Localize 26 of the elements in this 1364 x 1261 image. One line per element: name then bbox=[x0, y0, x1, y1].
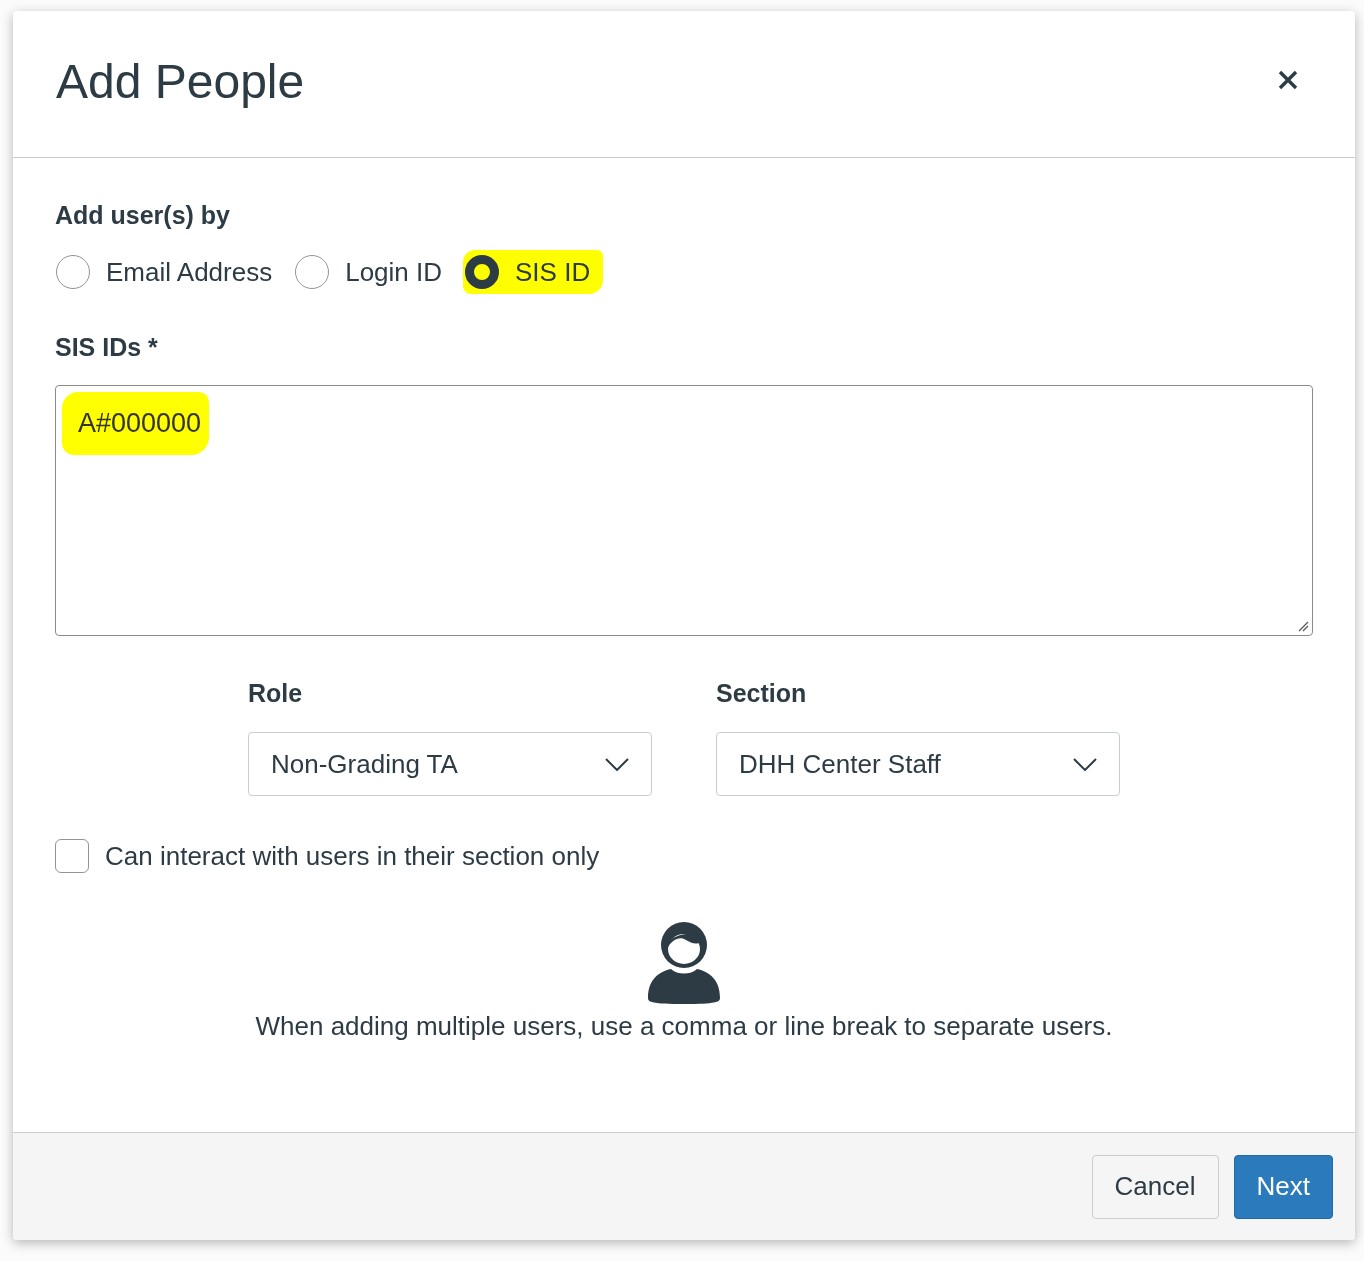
group-label: Add user(s) by bbox=[55, 200, 231, 230]
field-label: Section bbox=[716, 678, 807, 708]
resize-grip-icon[interactable] bbox=[1298, 621, 1309, 632]
entered-text: A#000000 bbox=[62, 392, 210, 455]
person-icon bbox=[646, 922, 722, 1004]
radio-icon[interactable] bbox=[465, 255, 500, 289]
role-dropdown[interactable]: Non-Grading TA bbox=[248, 732, 652, 796]
dialog-title: Add People bbox=[56, 54, 305, 110]
checkbox-option[interactable]: Can interact with users in their section only bbox=[55, 839, 600, 873]
field-label: Role bbox=[248, 678, 303, 708]
radio-icon[interactable] bbox=[295, 255, 330, 289]
radio-option[interactable]: Login ID bbox=[293, 250, 456, 294]
chevron-down-icon bbox=[1073, 757, 1097, 771]
close-button[interactable] bbox=[1278, 70, 1298, 90]
radio-icon[interactable] bbox=[56, 255, 90, 289]
chevron-down-icon bbox=[605, 757, 629, 771]
hint-text: When adding multiple users, use a comma or line break to separate users. bbox=[255, 1010, 1113, 1042]
close-icon bbox=[1278, 70, 1298, 90]
cancel-button[interactable]: Cancel bbox=[1091, 1154, 1219, 1219]
next-button[interactable]: Next bbox=[1233, 1154, 1333, 1219]
ids-text-area[interactable]: A#000000 bbox=[55, 385, 1313, 636]
field-label: SIS IDs * bbox=[55, 332, 158, 362]
radio-option[interactable]: SIS ID bbox=[463, 250, 604, 294]
checkbox-icon[interactable] bbox=[55, 839, 89, 873]
section-dropdown[interactable]: DHH Center Staff bbox=[716, 732, 1120, 796]
radio-option[interactable]: Email Address bbox=[54, 250, 286, 294]
